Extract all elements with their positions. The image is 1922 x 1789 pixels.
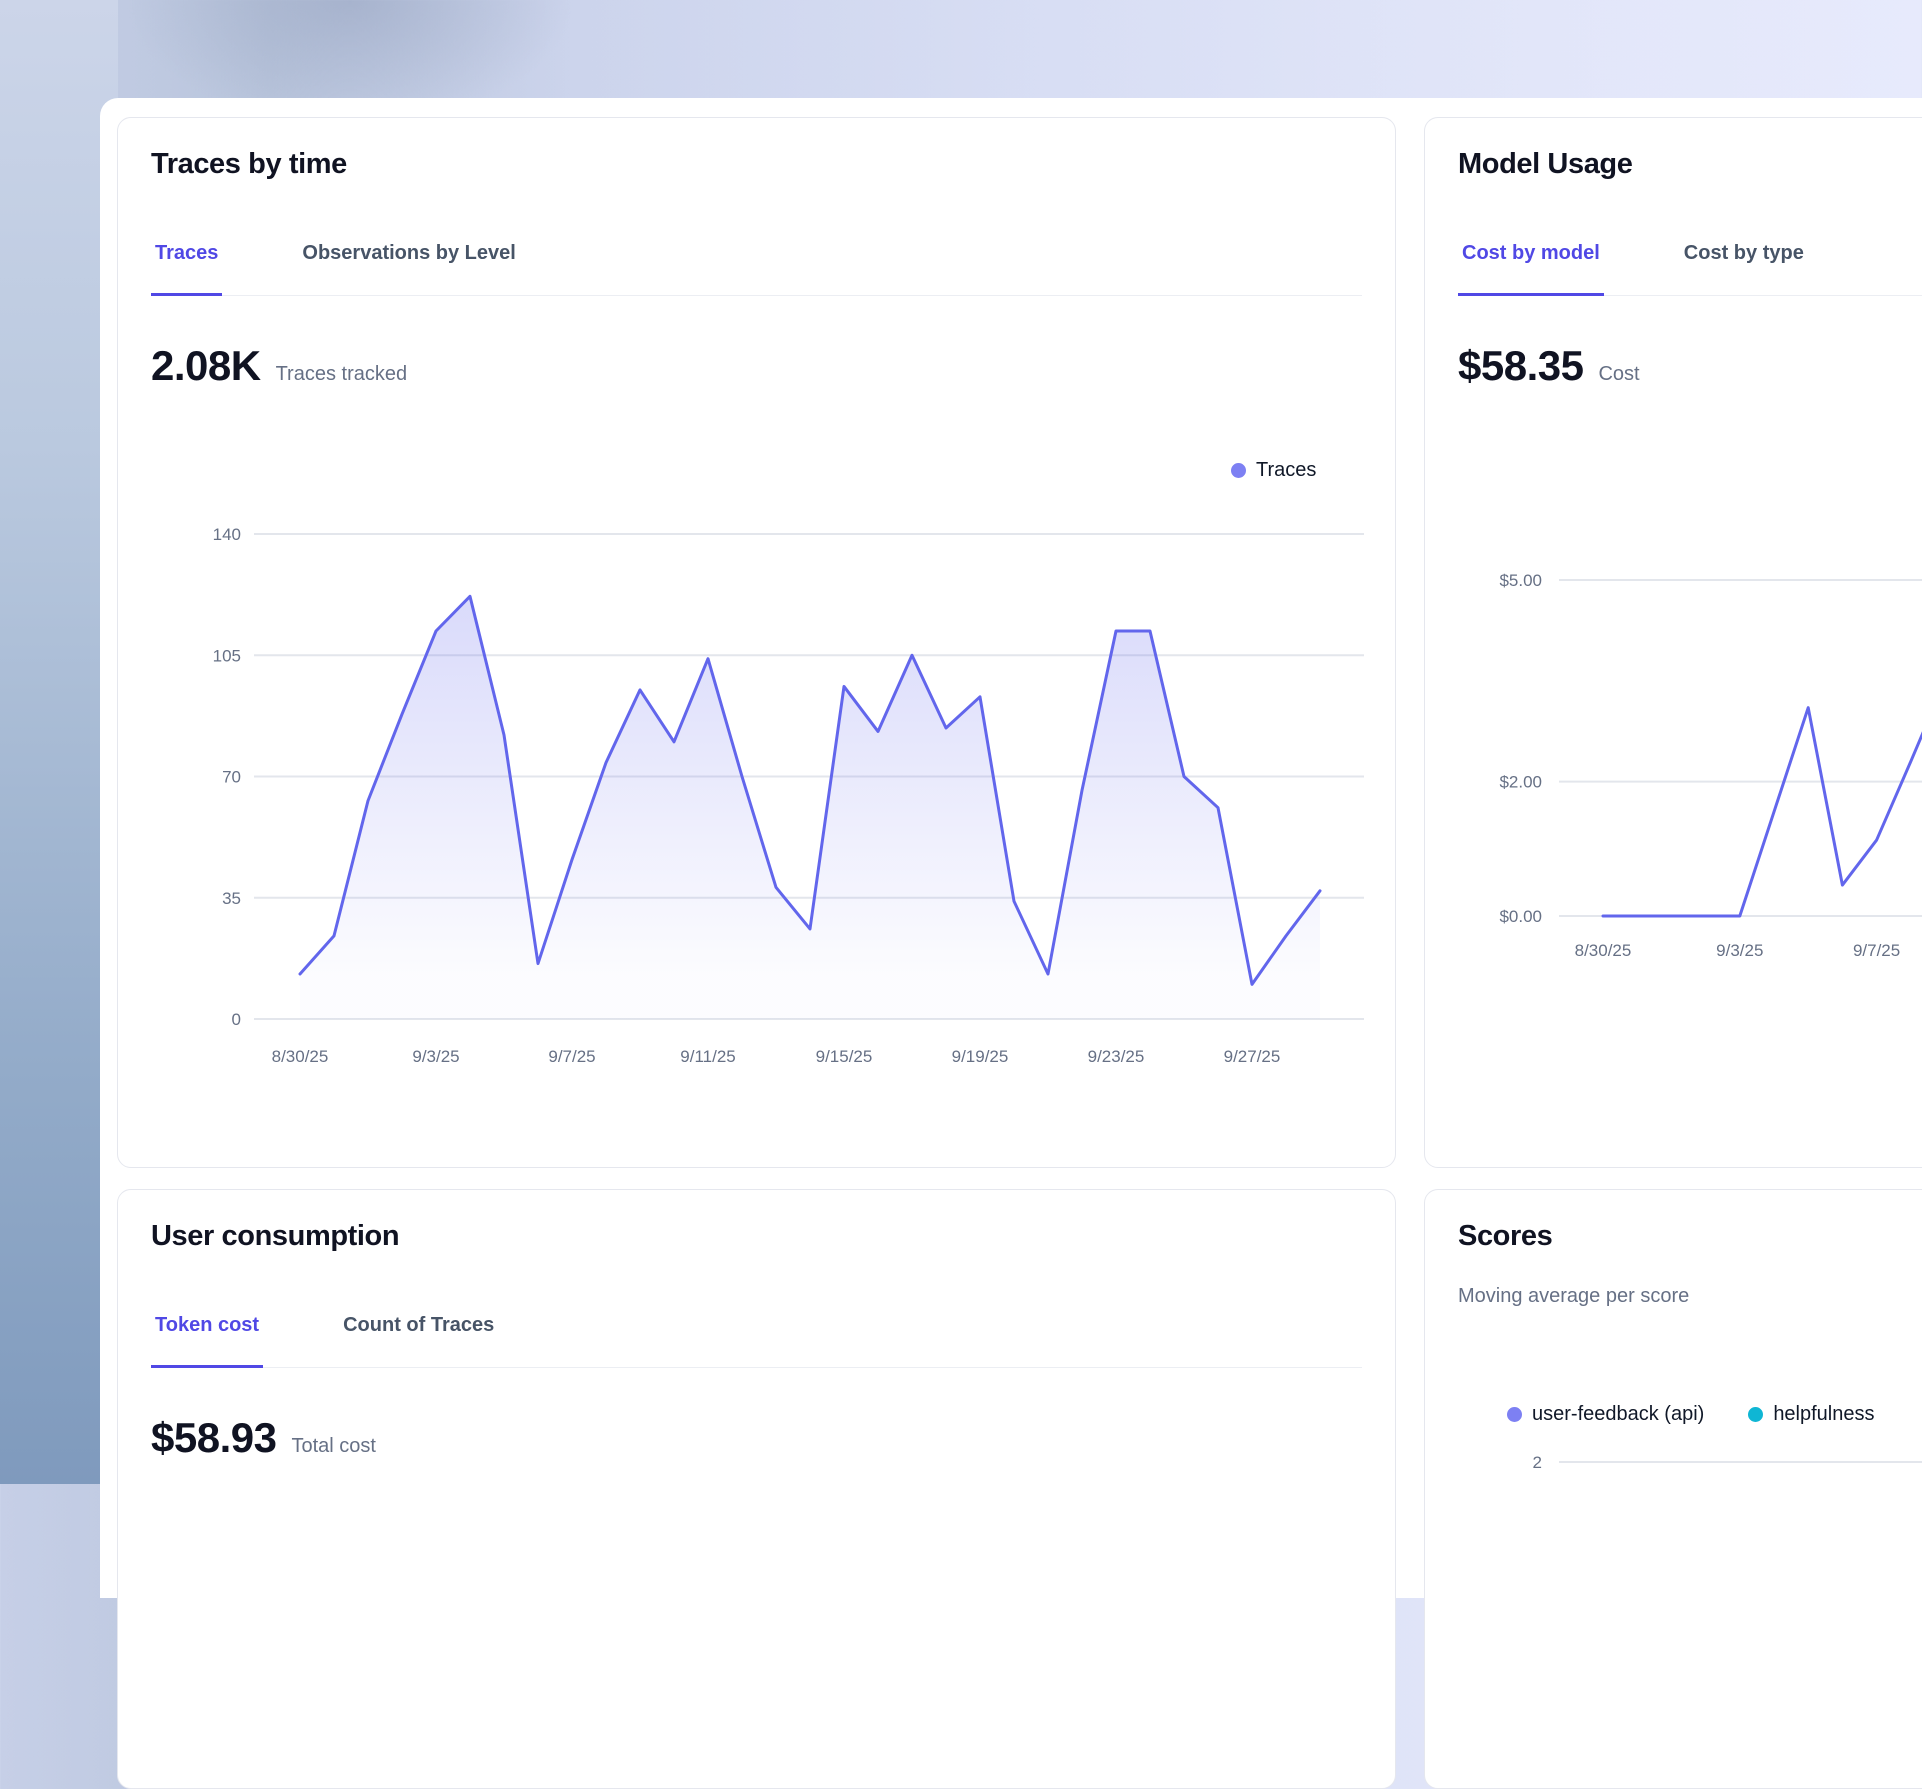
traces-card-tabs: Traces Observations by Level xyxy=(151,241,1362,296)
scores-chart-legend: user-feedback (api) helpfulness xyxy=(1507,1403,1922,1426)
svg-text:2: 2 xyxy=(1533,1453,1542,1472)
user-consumption-metric-value: $58.93 xyxy=(151,1416,276,1460)
dashboard-panel: Traces by time Traces Observations by Le… xyxy=(100,98,1922,1598)
tab-count-of-traces[interactable]: Count of Traces xyxy=(339,1313,498,1368)
user-consumption-card: User consumption Token cost Count of Tra… xyxy=(117,1189,1396,1789)
user-consumption-card-title: User consumption xyxy=(151,1217,1362,1255)
model-usage-metric-value: $58.35 xyxy=(1458,344,1583,388)
scores-card-title: Scores xyxy=(1458,1217,1922,1255)
svg-text:$0.00: $0.00 xyxy=(1499,907,1542,926)
svg-text:9/11/25: 9/11/25 xyxy=(680,1047,735,1066)
traces-metric-label: Traces tracked xyxy=(276,363,408,386)
svg-text:70: 70 xyxy=(222,767,241,786)
tab-observations-by-level[interactable]: Observations by Level xyxy=(298,241,519,296)
svg-text:$5.00: $5.00 xyxy=(1499,571,1542,590)
scores-card-subtitle: Moving average per score xyxy=(1458,1281,1922,1311)
legend-dot-icon xyxy=(1748,1407,1763,1422)
traces-line-chart: 0 35 70 105 140 8/30/25 9/3/25 9/7/25 9/11/25 9/1… xyxy=(151,458,1364,1078)
traces-card-title: Traces by time xyxy=(151,145,1362,183)
scores-card: Scores Moving average per score user-fee… xyxy=(1424,1189,1922,1789)
model-usage-metric: $58.35 Cost xyxy=(1458,344,1922,388)
tab-cost-by-model[interactable]: Cost by model xyxy=(1458,241,1604,296)
tab-traces[interactable]: Traces xyxy=(151,241,222,296)
traces-metric: 2.08K Traces tracked xyxy=(151,344,1362,388)
svg-text:8/30/25: 8/30/25 xyxy=(272,1047,329,1066)
svg-text:105: 105 xyxy=(213,646,241,665)
svg-text:9/7/25: 9/7/25 xyxy=(548,1047,595,1066)
svg-text:140: 140 xyxy=(213,525,241,544)
legend-item-user-feedback: user-feedback (api) xyxy=(1507,1403,1704,1426)
svg-text:0: 0 xyxy=(232,1010,241,1029)
svg-text:9/3/25: 9/3/25 xyxy=(412,1047,459,1066)
user-consumption-metric-label: Total cost xyxy=(291,1435,375,1458)
traces-metric-value: 2.08K xyxy=(151,344,261,388)
model-usage-card-title: Model Usage xyxy=(1458,145,1922,183)
svg-text:8/30/25: 8/30/25 xyxy=(1575,941,1632,960)
user-consumption-tabs: Token cost Count of Traces xyxy=(151,1313,1362,1368)
legend-label: Traces xyxy=(1256,459,1316,482)
model-usage-line-chart: $0.00 $2.00 $5.00 8/30/25 9/3/25 9/7/25 xyxy=(1458,531,1922,1001)
svg-text:9/19/25: 9/19/25 xyxy=(952,1047,1009,1066)
svg-text:9/23/25: 9/23/25 xyxy=(1088,1047,1145,1066)
model-usage-tabs: Cost by model Cost by type xyxy=(1458,241,1922,296)
user-consumption-metric: $58.93 Total cost xyxy=(151,1416,1362,1460)
model-usage-card: Model Usage Cost by model Cost by type $… xyxy=(1424,117,1922,1168)
svg-text:9/3/25: 9/3/25 xyxy=(1716,941,1763,960)
legend-dot-icon xyxy=(1507,1407,1522,1422)
legend-dot-icon xyxy=(1231,463,1246,478)
traces-by-time-card: Traces by time Traces Observations by Le… xyxy=(117,117,1396,1168)
legend-item-helpfulness: helpfulness xyxy=(1748,1403,1874,1426)
svg-text:35: 35 xyxy=(222,888,241,907)
svg-text:9/15/25: 9/15/25 xyxy=(816,1047,873,1066)
svg-text:$2.00: $2.00 xyxy=(1499,772,1542,791)
legend-item-traces: Traces xyxy=(1231,459,1316,482)
scores-chart-clipped: 2 xyxy=(1458,1443,1922,1503)
legend-label: user-feedback (api) xyxy=(1532,1403,1704,1426)
model-usage-metric-label: Cost xyxy=(1598,363,1639,386)
svg-text:9/27/25: 9/27/25 xyxy=(1224,1047,1281,1066)
tab-cost-by-type[interactable]: Cost by type xyxy=(1680,241,1808,296)
svg-text:9/7/25: 9/7/25 xyxy=(1853,941,1900,960)
legend-label: helpfulness xyxy=(1773,1403,1874,1426)
traces-chart-legend: Traces xyxy=(1231,459,1360,482)
tab-token-cost[interactable]: Token cost xyxy=(151,1313,263,1368)
